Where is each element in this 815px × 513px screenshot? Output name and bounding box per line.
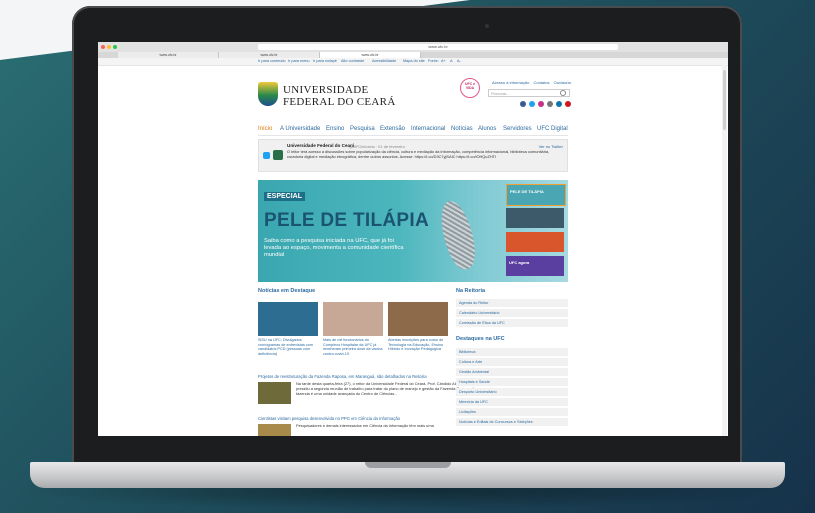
logo-line-2[interactable]: FEDERAL DO CEARÁ: [283, 96, 396, 108]
nav-divider: [258, 135, 568, 136]
news-headline[interactable]: Mais de mil funcionários do Complexo Hos…: [323, 338, 383, 356]
news-headline[interactable]: Abertas inscrições para curso de Tecnolo…: [388, 338, 448, 352]
banner-thumbnails: PELE DE TILÁPIA UFC agora: [506, 184, 566, 278]
sidebar-item-hospitais[interactable]: Hospitais e Saúde: [456, 378, 568, 387]
laptop-notch: [365, 462, 451, 468]
accessibility-bar: Ir para conteúdo Ir para menu Ir para ro…: [98, 58, 728, 66]
twitter-icon[interactable]: [529, 101, 535, 107]
nav-inicio[interactable]: Início: [258, 126, 272, 132]
nav-extensao[interactable]: Extensão: [380, 126, 405, 132]
linkedin-icon[interactable]: [556, 101, 562, 107]
sidebar-item-biblioteca[interactable]: Biblioteca: [456, 348, 568, 357]
featured-banner[interactable]: ESPECIAL PELE DE TILÁPIA Saiba como a pe…: [258, 180, 568, 282]
skip-menu-link[interactable]: Ir para menu: [288, 58, 310, 65]
banner-title: PELE DE TILÁPIA: [264, 210, 429, 231]
article-text: Pesquisadores e demais interessados em C…: [296, 423, 434, 428]
font-label: Fonte:: [428, 59, 439, 63]
destaques-title[interactable]: Destaques na UFC: [456, 336, 505, 342]
reitoria-title[interactable]: Na Reitoria: [456, 288, 485, 294]
tweet-text: O leitor terá acesso a discussões sobre …: [287, 149, 550, 159]
accessibility-link[interactable]: Acessibilidade: [372, 58, 396, 65]
skip-footer-link[interactable]: Ir para rodapé: [313, 58, 337, 65]
sidebar-item-editais[interactable]: Notícias e Editais de Concursos e Seleçõ…: [456, 418, 568, 427]
sidebar-item-desporto[interactable]: Desporto Universitário: [456, 388, 568, 397]
font-reset-button[interactable]: A: [450, 58, 453, 65]
article-image[interactable]: [258, 424, 291, 436]
minimize-window-icon[interactable]: [107, 45, 111, 49]
sidebar-item-cultura[interactable]: Cultura e Arte: [456, 358, 568, 367]
camera-icon: [485, 24, 489, 28]
thumb-label: UFC agora: [509, 260, 530, 265]
logo-line-1[interactable]: UNIVERSIDADE: [283, 84, 368, 96]
maximize-window-icon[interactable]: [113, 45, 117, 49]
facebook-icon[interactable]: [520, 101, 526, 107]
article-title[interactable]: Projetos de reestruturação da Fazenda Ra…: [258, 374, 427, 379]
banner-thumb[interactable]: [506, 208, 564, 228]
avatar[interactable]: [273, 150, 283, 160]
contacts-link[interactable]: Contatos: [533, 80, 549, 85]
tweet-handle: @UFCinforma · 01 de fevereiro: [349, 143, 405, 149]
news-image[interactable]: [323, 302, 383, 336]
news-headline[interactable]: SiSU na UFC: Divulgados cronogramas de e…: [258, 338, 318, 356]
news-card[interactable]: Mais de mil funcionários do Complexo Hos…: [323, 302, 383, 356]
sidebar-item-gestao[interactable]: Gestão Ambiental: [456, 368, 568, 377]
news-image[interactable]: [258, 302, 318, 336]
ufc-vida-badge[interactable]: UFC é VIDA: [460, 78, 480, 98]
font-decrease-button[interactable]: A-: [457, 58, 461, 65]
address-bar[interactable]: www.ufc.br: [258, 44, 618, 50]
nav-alunos[interactable]: Alunos: [478, 126, 496, 132]
font-increase-button[interactable]: A+: [441, 58, 446, 65]
view-on-twitter-link[interactable]: Ver no Twitter: [539, 144, 563, 149]
search-input[interactable]: Procurar...: [488, 89, 570, 97]
nav-pesquisa[interactable]: Pesquisa: [350, 126, 375, 132]
banner-tag: ESPECIAL: [264, 192, 306, 201]
high-contrast-link[interactable]: Alto contraste: [341, 58, 364, 65]
sidebar-item-memoria[interactable]: Memória da UFC: [456, 398, 568, 407]
nav-internacional[interactable]: Internacional: [411, 126, 445, 132]
close-window-icon[interactable]: [101, 45, 105, 49]
twitter-icon[interactable]: [263, 152, 270, 159]
banner-subtitle: Saiba como a pesquisa iniciada na UFC, q…: [264, 238, 404, 258]
nav-universidade[interactable]: A Universidade: [280, 126, 320, 132]
transparency-link[interactable]: Acesso à informação: [492, 80, 529, 85]
banner-thumb[interactable]: [506, 232, 564, 252]
twitter-widget: Universidade Federal do Ceará @UFCinform…: [258, 139, 568, 172]
ombudsman-link[interactable]: Ouvidoria: [554, 80, 571, 85]
screen: www.ufc.br www.ufc.br www.ufc.br www.ufc…: [98, 42, 728, 436]
nav-servidores[interactable]: Servidores: [503, 126, 532, 132]
sidebar-item-licitacoes[interactable]: Licitações: [456, 408, 568, 417]
scrollbar-thumb[interactable]: [723, 70, 726, 130]
banner-thumb[interactable]: UFC agora: [506, 256, 564, 276]
nav-ufc-digital[interactable]: UFC Digital: [537, 126, 568, 132]
news-image[interactable]: [388, 302, 448, 336]
nav-ensino[interactable]: Ensino: [326, 126, 344, 132]
sidebar-item-etica[interactable]: Comissão de Ética da UFC: [456, 319, 568, 328]
tweet-author[interactable]: Universidade Federal do Ceará: [287, 143, 354, 148]
sitemap-link[interactable]: Mapa do site: [403, 58, 425, 65]
ufc-seal-icon[interactable]: [258, 82, 278, 106]
youtube-icon[interactable]: [565, 101, 571, 107]
news-card[interactable]: Abertas inscrições para curso de Tecnolo…: [388, 302, 448, 352]
flickr-icon[interactable]: [547, 101, 553, 107]
article-title[interactable]: Cientistas visitam pesquisa desenvolvida…: [258, 416, 400, 421]
article-image[interactable]: [258, 382, 291, 404]
news-section-title[interactable]: Notícias em Destaque: [258, 288, 315, 294]
nav-noticias[interactable]: Notícias: [451, 126, 473, 132]
banner-thumb[interactable]: PELE DE TILÁPIA: [506, 184, 566, 206]
top-links: Acesso à informação Contatos Ouvidoria: [492, 80, 571, 85]
thumb-label: PELE DE TILÁPIA: [510, 189, 544, 194]
sidebar-item-agenda[interactable]: Agenda do Reitor: [456, 299, 568, 308]
sidebar-item-calendario[interactable]: Calendário Universitário: [456, 309, 568, 318]
article-text: Na tarde desta quarta-feira (27), o reit…: [296, 381, 476, 396]
search-icon[interactable]: [560, 90, 566, 96]
tilapia-skin-image: [435, 197, 481, 273]
news-card[interactable]: SiSU na UFC: Divulgados cronogramas de e…: [258, 302, 318, 356]
skip-content-link[interactable]: Ir para conteúdo: [258, 58, 286, 65]
instagram-icon[interactable]: [538, 101, 544, 107]
